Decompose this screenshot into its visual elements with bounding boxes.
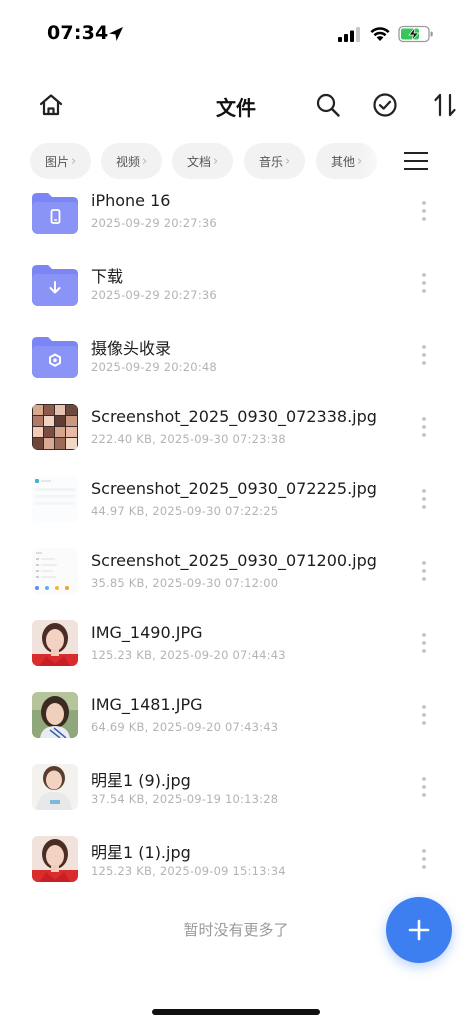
image-thumbnail (32, 764, 78, 810)
file-name: 下载 (91, 267, 124, 286)
battery-charging-icon (398, 25, 433, 43)
status-bar: 07:34 (0, 0, 472, 64)
more-vertical-icon[interactable] (418, 416, 430, 438)
chip-fade (360, 140, 394, 182)
folder-icon (32, 337, 78, 378)
chevron-right-icon: › (71, 153, 77, 169)
more-vertical-icon[interactable] (418, 344, 430, 366)
top-header: 文件 (0, 84, 472, 126)
image-thumbnail (32, 476, 78, 522)
chip-label: 音乐 (259, 154, 284, 169)
cellular-signal-icon (338, 27, 360, 42)
page-title: 文件 (216, 96, 256, 120)
location-arrow-icon (109, 27, 123, 41)
chip-videos[interactable]: 视频 › (101, 143, 162, 179)
chip-label: 图片 (45, 154, 70, 169)
more-vertical-icon[interactable] (418, 272, 430, 294)
list-item[interactable]: 明星1 (9).jpg 37.54 KB, 2025-09-19 10:13:2… (0, 760, 472, 832)
more-vertical-icon[interactable] (418, 776, 430, 798)
wifi-icon (370, 27, 390, 41)
chip-label: 视频 (116, 154, 141, 169)
list-item[interactable]: IMG_1481.JPG 64.69 KB, 2025-09-20 07:43:… (0, 688, 472, 760)
plus-icon (408, 919, 430, 941)
category-chip-row: 图片› 视频› 文档› 音乐› 其他› (0, 140, 472, 182)
file-name: IMG_1490.JPG (91, 623, 203, 642)
file-name: Screenshot_2025_0930_072338.jpg (91, 407, 377, 426)
more-vertical-icon[interactable] (418, 704, 430, 726)
list-item[interactable]: Screenshot_2025_0930_072338.jpg 222.40 K… (0, 400, 472, 472)
file-meta: 2025-09-29 20:27:36 (91, 216, 217, 230)
more-vertical-icon[interactable] (418, 848, 430, 870)
home-indicator (152, 1009, 320, 1015)
file-name: 摄像头收录 (91, 339, 172, 358)
list-item[interactable]: Screenshot_2025_0930_072225.jpg 44.97 KB… (0, 472, 472, 544)
add-button[interactable] (386, 897, 452, 963)
file-list: iPhone 16 2025-09-29 20:27:36 下载 2025-09… (0, 184, 472, 896)
file-meta: 125.23 KB, 2025-09-20 07:44:43 (91, 648, 286, 662)
file-name: Screenshot_2025_0930_071200.jpg (91, 551, 377, 570)
file-meta: 35.85 KB, 2025-09-30 07:12:00 (91, 576, 279, 590)
sort-icon[interactable] (432, 91, 460, 119)
more-vertical-icon[interactable] (418, 560, 430, 582)
file-name: Screenshot_2025_0930_072225.jpg (91, 479, 377, 498)
list-item[interactable]: 摄像头收录 2025-09-29 20:20:48 (0, 328, 472, 400)
file-name: IMG_1481.JPG (91, 695, 203, 714)
image-thumbnail (32, 836, 78, 882)
list-item[interactable]: iPhone 16 2025-09-29 20:27:36 (0, 184, 472, 256)
image-thumbnail (32, 620, 78, 666)
select-check-icon[interactable] (372, 92, 398, 118)
more-vertical-icon[interactable] (418, 200, 430, 222)
chip-images[interactable]: 图片 › (30, 143, 91, 179)
image-thumbnail (32, 548, 78, 594)
folder-icon (32, 193, 78, 234)
file-meta: 64.69 KB, 2025-09-20 07:43:43 (91, 720, 279, 734)
chevron-right-icon: › (213, 153, 219, 169)
file-meta: 2025-09-29 20:20:48 (91, 360, 217, 374)
more-vertical-icon[interactable] (418, 488, 430, 510)
chevron-right-icon: › (142, 153, 148, 169)
list-item[interactable]: Screenshot_2025_0930_071200.jpg 35.85 KB… (0, 544, 472, 616)
image-thumbnail (32, 404, 78, 450)
chip-label: 文档 (187, 154, 212, 169)
chevron-right-icon: › (285, 153, 291, 169)
chip-music[interactable]: 音乐 › (244, 143, 305, 179)
more-vertical-icon[interactable] (418, 632, 430, 654)
menu-icon[interactable] (403, 150, 429, 172)
file-name: iPhone 16 (91, 191, 171, 210)
file-meta: 44.97 KB, 2025-09-30 07:22:25 (91, 504, 279, 518)
status-time: 07:34 (47, 22, 109, 44)
search-icon[interactable] (315, 92, 341, 118)
file-meta: 222.40 KB, 2025-09-30 07:23:38 (91, 432, 286, 446)
file-meta: 125.23 KB, 2025-09-09 15:13:34 (91, 864, 286, 878)
file-name: 明星1 (1).jpg (91, 843, 191, 862)
folder-icon (32, 265, 78, 306)
file-name: 明星1 (9).jpg (91, 771, 191, 790)
list-item[interactable]: 明星1 (1).jpg 125.23 KB, 2025-09-09 15:13:… (0, 832, 472, 896)
list-item[interactable]: IMG_1490.JPG 125.23 KB, 2025-09-20 07:44… (0, 616, 472, 688)
chip-label: 其他 (331, 154, 356, 169)
file-meta: 2025-09-29 20:27:36 (91, 288, 217, 302)
image-thumbnail (32, 692, 78, 738)
file-meta: 37.54 KB, 2025-09-19 10:13:28 (91, 792, 279, 806)
list-item[interactable]: 下载 2025-09-29 20:27:36 (0, 256, 472, 328)
chip-documents[interactable]: 文档 › (172, 143, 233, 179)
